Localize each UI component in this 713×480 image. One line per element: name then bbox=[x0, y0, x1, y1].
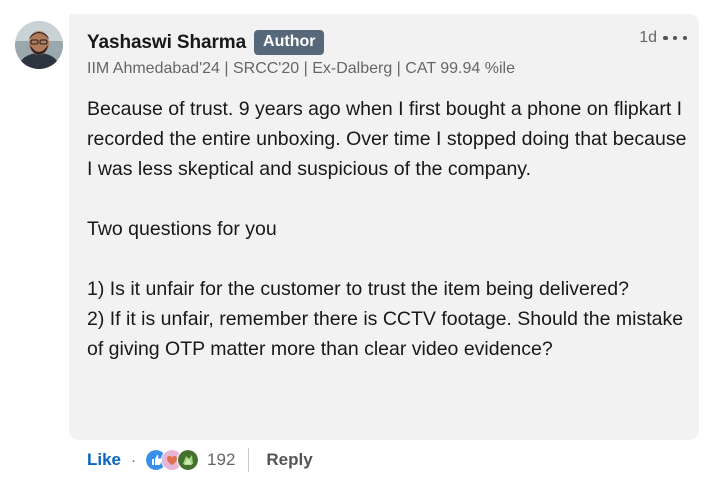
comment-paragraph: 1) Is it unfair for the customer to trus… bbox=[87, 278, 629, 300]
reaction-count: 192 bbox=[207, 450, 236, 469]
avatar[interactable] bbox=[15, 21, 63, 69]
more-options-button[interactable] bbox=[663, 28, 687, 48]
comment-bubble: Yashaswi Sharma Author IIM Ahmedabad'24 … bbox=[69, 14, 699, 440]
author-name[interactable]: Yashaswi Sharma bbox=[87, 32, 246, 54]
action-divider bbox=[248, 448, 250, 472]
comment-timestamp: 1d bbox=[639, 29, 657, 46]
reply-button[interactable]: Reply bbox=[266, 450, 312, 470]
separator-dot: · bbox=[131, 451, 137, 469]
author-headline: IIM Ahmedabad'24 | SRCC'20 | Ex-Dalberg … bbox=[87, 60, 515, 77]
author-row: Yashaswi Sharma Author bbox=[87, 30, 325, 55]
comment-paragraph: 2) If it is unfair, remember there is CC… bbox=[87, 308, 684, 360]
comment-paragraph: Because of trust. 9 years ago when I fir… bbox=[87, 98, 687, 180]
author-badge: Author bbox=[254, 30, 325, 55]
celebrate-icon bbox=[177, 449, 200, 471]
reactions-summary[interactable]: 192 bbox=[145, 449, 235, 471]
ellipsis-icon bbox=[663, 35, 668, 41]
profile-photo bbox=[15, 21, 63, 69]
comment-body: Because of trust. 9 years ago when I fir… bbox=[87, 94, 687, 364]
like-button[interactable]: Like bbox=[87, 450, 121, 470]
comment-paragraph: Two questions for you bbox=[87, 218, 277, 240]
comment-actions: Like · 192 Reply bbox=[87, 446, 313, 474]
